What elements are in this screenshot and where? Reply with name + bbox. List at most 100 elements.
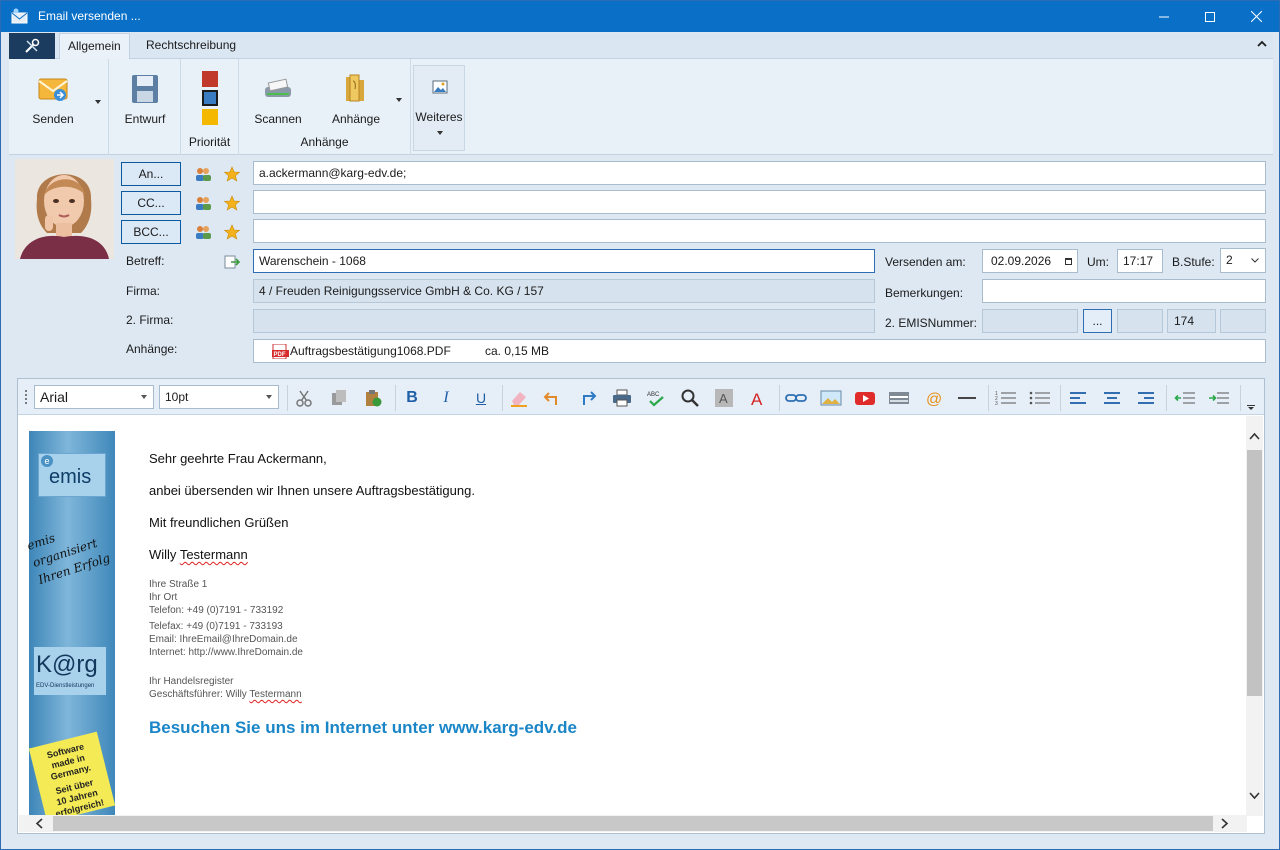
vertical-scroll-thumb[interactable] [1247, 450, 1262, 696]
copy-button[interactable] [328, 387, 350, 409]
scroll-up-icon[interactable] [1249, 432, 1260, 440]
collapse-ribbon-icon[interactable] [1257, 40, 1267, 48]
wrench-icon [25, 38, 40, 53]
priority-low-swatch[interactable] [202, 109, 218, 125]
align-center-icon [1104, 392, 1120, 404]
sticky-note: Software made in Germany. Seit über 10 J… [28, 731, 116, 816]
emis-field-1[interactable] [982, 309, 1078, 333]
align-right-button[interactable] [1135, 387, 1157, 409]
send-dropdown-arrow[interactable] [95, 100, 101, 104]
contacts-icon-to[interactable] [194, 166, 212, 182]
close-button[interactable] [1233, 1, 1279, 32]
copy-icon [332, 390, 346, 405]
highlight-button[interactable]: A [713, 387, 735, 409]
numbered-list-button[interactable]: 123 [995, 387, 1017, 409]
time-field[interactable]: 17:17 [1117, 249, 1163, 273]
scroll-right-icon[interactable] [1221, 818, 1229, 829]
to-field[interactable]: a.ackermann@karg-edv.de; [253, 161, 1266, 185]
to-button[interactable]: An... [121, 162, 181, 186]
tab-rechtschreibung[interactable]: Rechtschreibung [138, 33, 244, 59]
underline-button[interactable]: U [470, 387, 492, 409]
more-button[interactable]: Weiteres [413, 65, 465, 151]
attachments-field[interactable]: PDF Auftragsbestätigung1068.PDF ca. 0,15… [253, 339, 1266, 363]
tools-menu-button[interactable] [9, 33, 55, 59]
emis-number-field[interactable]: 174 [1167, 309, 1216, 333]
vertical-scrollbar[interactable] [1246, 416, 1263, 816]
bcc-button[interactable]: BCC... [121, 220, 181, 244]
clear-format-button[interactable] [508, 387, 530, 409]
bold-button[interactable]: B [401, 387, 423, 409]
subject-field[interactable]: Warenschein - 1068 [253, 249, 875, 273]
insert-table-button[interactable] [888, 387, 910, 409]
editor-content[interactable]: e emis emis organisiert Ihren Erfolg K@r… [19, 416, 1247, 816]
svg-text:PDF: PDF [274, 352, 286, 358]
find-button[interactable] [679, 387, 701, 409]
svg-text:3: 3 [995, 401, 998, 407]
tab-allgemein[interactable]: Allgemein [59, 33, 130, 59]
emis-field-2[interactable] [1117, 309, 1163, 333]
horizontal-scrollbar[interactable] [19, 815, 1247, 832]
remarks-field[interactable] [982, 279, 1266, 303]
attachment-filename[interactable]: Auftragsbestätigung1068.PDF [290, 340, 451, 362]
spellcheck-button[interactable]: ABC [645, 387, 667, 409]
paste-button[interactable] [362, 387, 384, 409]
font-size-select[interactable]: 10pt [159, 385, 279, 409]
maximize-button[interactable] [1187, 1, 1233, 32]
company2-field[interactable] [253, 309, 875, 333]
toolbar-overflow-icon[interactable] [1247, 405, 1255, 411]
priority-high-swatch[interactable] [202, 71, 218, 87]
attachments-dropdown-arrow[interactable] [396, 98, 402, 102]
font-color-button[interactable]: A [747, 387, 769, 409]
website-link[interactable]: Besuchen Sie uns im Internet unter www.k… [149, 718, 577, 738]
close-icon [1250, 11, 1262, 22]
priority-normal-swatch[interactable] [202, 90, 218, 106]
send-on-date-field[interactable]: 02.09.2026 [982, 249, 1078, 273]
toolbar-separator [395, 385, 396, 411]
contacts-icon-cc[interactable] [194, 195, 212, 211]
insert-video-button[interactable] [854, 387, 876, 409]
bstufe-select[interactable]: 2 [1220, 248, 1266, 273]
bcc-field[interactable] [253, 219, 1266, 243]
send-button[interactable]: Senden [27, 73, 79, 126]
minimize-button[interactable] [1141, 1, 1187, 32]
horizontal-scroll-thumb[interactable] [53, 816, 1213, 831]
insert-image-button[interactable] [820, 387, 842, 409]
insert-email-button[interactable]: @ [922, 387, 944, 409]
pdf-icon: PDF [272, 344, 289, 359]
toolbar-grip-icon[interactable] [24, 389, 28, 407]
send-label: Senden [32, 112, 74, 126]
subject-insert-icon[interactable] [224, 254, 240, 270]
outdent-button[interactable] [1174, 387, 1196, 409]
scroll-left-icon[interactable] [35, 818, 43, 829]
insert-link-button[interactable] [785, 387, 807, 409]
company-field[interactable]: 4 / Freuden Reinigungsservice GmbH & Co.… [253, 279, 875, 303]
undo-button[interactable] [542, 387, 564, 409]
star-icon-bcc[interactable] [223, 224, 241, 240]
star-icon-to[interactable] [223, 166, 241, 182]
cut-button[interactable] [293, 387, 315, 409]
print-button[interactable] [611, 387, 633, 409]
attachments-group-label: Anhänge [300, 135, 349, 149]
redo-button[interactable] [576, 387, 598, 409]
cc-button[interactable]: CC... [121, 191, 181, 215]
bullet-list-button[interactable] [1029, 387, 1051, 409]
emis-browse-button[interactable]: ... [1083, 309, 1112, 333]
attachments-button[interactable]: Anhänge [329, 73, 383, 126]
star-icon-cc[interactable] [223, 195, 241, 211]
align-center-button[interactable] [1101, 387, 1123, 409]
attachments-label: Anhänge [331, 112, 381, 126]
align-left-button[interactable] [1067, 387, 1089, 409]
scan-button[interactable]: Scannen [251, 73, 305, 126]
draft-button[interactable]: Entwurf [119, 73, 171, 126]
indent-button[interactable] [1208, 387, 1230, 409]
emis-field-3[interactable] [1220, 309, 1266, 333]
italic-button[interactable]: I [435, 387, 457, 409]
horizontal-rule-button[interactable] [956, 387, 978, 409]
scroll-down-icon[interactable] [1249, 792, 1260, 800]
contacts-icon-bcc[interactable] [194, 224, 212, 240]
font-family-select[interactable]: Arial [34, 385, 154, 409]
send-mail-icon [38, 78, 68, 101]
cc-field[interactable] [253, 190, 1266, 214]
calendar-icon[interactable] [1065, 258, 1072, 265]
bstufe-label: B.Stufe: [1172, 255, 1215, 269]
